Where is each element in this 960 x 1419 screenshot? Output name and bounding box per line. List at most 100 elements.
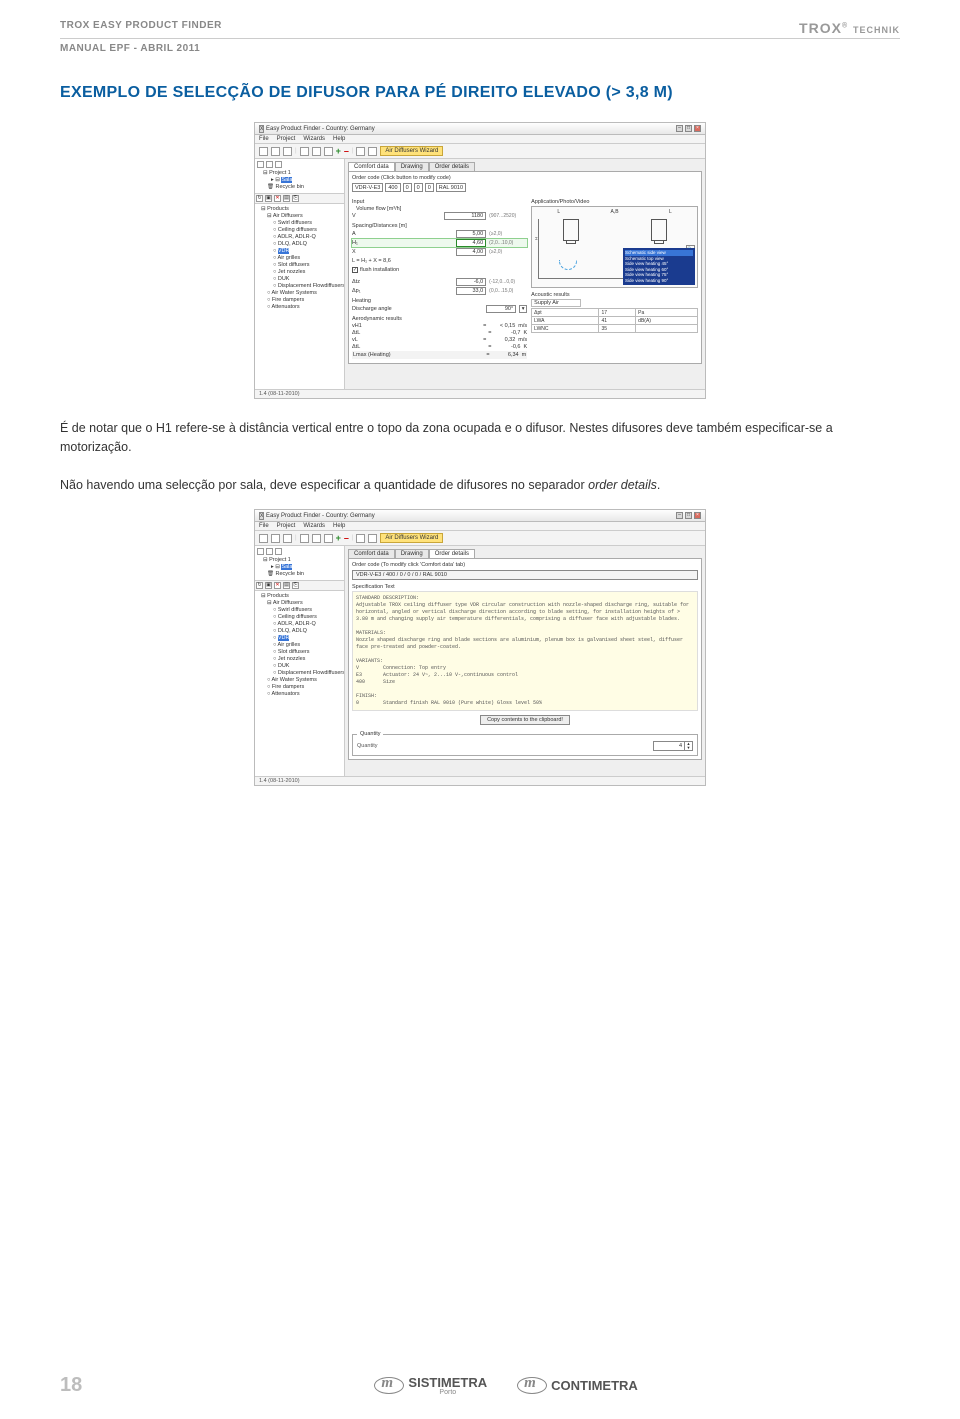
minimize-icon[interactable]: – xyxy=(676,125,683,132)
tab-comfort[interactable]: Comfort data xyxy=(348,162,395,171)
tb-icon[interactable] xyxy=(356,534,365,543)
plus-icon[interactable]: + xyxy=(336,148,341,155)
tb-icon[interactable] xyxy=(271,534,280,543)
maximize-icon[interactable]: □ xyxy=(685,125,692,132)
tb-icon[interactable] xyxy=(271,147,280,156)
wizard-button[interactable]: Air Diffusers Wizard xyxy=(380,146,443,156)
tb-icon[interactable] xyxy=(356,147,365,156)
menu-file[interactable]: File xyxy=(259,136,269,142)
menu-wizards[interactable]: Wizards xyxy=(303,523,325,529)
tb-icon[interactable] xyxy=(368,147,377,156)
order-part[interactable]: 0 xyxy=(414,183,423,192)
tree-item[interactable]: ⊟ Air Diffusers xyxy=(257,600,342,607)
order-part[interactable]: VDR-V-E3 xyxy=(352,183,383,192)
tree-item[interactable]: ○ DUK xyxy=(257,276,342,283)
tree-item[interactable]: ○ Slot diffusers xyxy=(257,262,342,269)
mini-icon[interactable]: ⎘ xyxy=(292,195,299,202)
tree-item[interactable]: ○ Displacement Flowdiffusers xyxy=(257,670,342,677)
tab-order[interactable]: Order details xyxy=(429,162,475,171)
tb-icon[interactable] xyxy=(312,147,321,156)
tree-item[interactable]: ○ Air grilles xyxy=(257,642,342,649)
spinner-down-icon[interactable]: ▼ xyxy=(685,746,692,750)
mini-close-icon[interactable]: ✕ xyxy=(274,582,281,589)
project-tree-item[interactable]: ⊟ Project 1 xyxy=(257,170,342,177)
menu-project[interactable]: Project xyxy=(277,136,296,142)
project-tree-item[interactable]: ⊟ Project 1 xyxy=(257,557,342,564)
tb-icon[interactable] xyxy=(368,534,377,543)
tree-tb-icon[interactable] xyxy=(266,548,273,555)
tree-item[interactable]: ○ DLQ, ADLQ xyxy=(257,241,342,248)
volume-flow-input[interactable]: 1180 xyxy=(444,212,486,220)
spec-text-area[interactable]: STANDARD DESCRIPTION: Adjustable TROX ce… xyxy=(352,591,698,711)
plus-icon[interactable]: + xyxy=(336,535,341,542)
maximize-icon[interactable]: □ xyxy=(685,512,692,519)
tree-item[interactable]: ⊟ Products xyxy=(257,206,342,213)
tree-item[interactable]: ○ Attenuators xyxy=(257,691,342,698)
tree-item[interactable]: ○ Swirl diffusers xyxy=(257,220,342,227)
tree-item[interactable]: ○ Air Water Systems xyxy=(257,290,342,297)
menu-help[interactable]: Help xyxy=(333,523,345,529)
project-tree-item[interactable]: 🗑 Recycle bin xyxy=(257,184,342,191)
mini-close-icon[interactable]: ✕ xyxy=(274,195,281,202)
tab-drawing[interactable]: Drawing xyxy=(395,162,429,171)
tree-item[interactable]: ○ Swirl diffusers xyxy=(257,607,342,614)
tab-order[interactable]: Order details xyxy=(429,549,475,558)
tree-item[interactable]: ○ DUK xyxy=(257,663,342,670)
field-input[interactable]: 5,00 xyxy=(456,230,486,238)
mini-icon[interactable]: ↻ xyxy=(256,195,263,202)
tb-icon[interactable] xyxy=(259,147,268,156)
tree-tb-icon[interactable] xyxy=(257,161,264,168)
copy-clipboard-button[interactable]: Copy contents to the clipboard! xyxy=(480,715,570,725)
tb-icon[interactable] xyxy=(324,534,333,543)
tree-tb-icon[interactable] xyxy=(266,161,273,168)
wizard-button[interactable]: Air Diffusers Wizard xyxy=(380,533,443,543)
order-part[interactable]: 400 xyxy=(385,183,400,192)
tb-icon[interactable] xyxy=(324,147,333,156)
tree-item[interactable]: ○ Attenuators xyxy=(257,304,342,311)
tree-item[interactable]: ○ Fire dampers xyxy=(257,297,342,304)
tree-item[interactable]: ○ Slot diffusers xyxy=(257,649,342,656)
tb-icon[interactable] xyxy=(283,147,292,156)
project-tree-item[interactable]: 🗑 Recycle bin xyxy=(257,571,342,578)
h1-input[interactable]: 4,60 xyxy=(456,239,486,247)
mini-icon[interactable]: ▣ xyxy=(265,195,272,202)
minimize-icon[interactable]: – xyxy=(676,512,683,519)
tree-tb-icon[interactable] xyxy=(275,548,282,555)
tree-item[interactable]: ○ VDR xyxy=(257,635,342,642)
tb-icon[interactable] xyxy=(300,147,309,156)
field-input[interactable]: 4,00 xyxy=(456,248,486,256)
field-input[interactable]: 33,0 xyxy=(456,287,486,295)
tree-item[interactable]: ○ Air Water Systems xyxy=(257,677,342,684)
tree-item[interactable]: ○ Air grilles xyxy=(257,255,342,262)
mini-icon[interactable]: ▣ xyxy=(265,582,272,589)
tb-icon[interactable] xyxy=(259,534,268,543)
popup-item[interactable]: Side view heating 90° xyxy=(625,278,693,284)
tab-comfort[interactable]: Comfort data xyxy=(348,549,395,558)
close-icon[interactable]: × xyxy=(694,512,701,519)
close-icon[interactable]: × xyxy=(694,125,701,132)
tree-tb-icon[interactable] xyxy=(257,548,264,555)
qty-spinner[interactable]: 4 ▲▼ xyxy=(653,741,693,751)
menu-project[interactable]: Project xyxy=(277,523,296,529)
mini-icon[interactable]: ▤ xyxy=(283,582,290,589)
order-part[interactable]: 0 xyxy=(403,183,412,192)
tab-drawing[interactable]: Drawing xyxy=(395,549,429,558)
tb-icon[interactable] xyxy=(283,534,292,543)
tree-item[interactable]: ⊟ Products xyxy=(257,593,342,600)
tree-item[interactable]: ○ ADLR, ADLR-Q xyxy=(257,621,342,628)
minus-icon[interactable]: – xyxy=(344,535,349,542)
dropdown-icon[interactable]: ▾ xyxy=(519,305,527,313)
tree-item[interactable]: ○ Jet nozzles xyxy=(257,269,342,276)
field-input[interactable]: -6,0 xyxy=(456,278,486,286)
tree-item[interactable]: ⊟ Air Diffusers xyxy=(257,213,342,220)
tree-item[interactable]: ○ ADLR, ADLR-Q xyxy=(257,234,342,241)
menu-file[interactable]: File xyxy=(259,523,269,529)
flush-checkbox[interactable]: flush installation xyxy=(352,267,527,273)
menu-wizards[interactable]: Wizards xyxy=(303,136,325,142)
order-part[interactable]: 0 xyxy=(425,183,434,192)
tree-item[interactable]: ○ VDR xyxy=(257,248,342,255)
tb-icon[interactable] xyxy=(300,534,309,543)
tree-item[interactable]: ○ Fire dampers xyxy=(257,684,342,691)
project-tree-item[interactable]: ▸ ⊟ Sala xyxy=(257,177,342,184)
tree-item[interactable]: ○ Displacement Flowdiffusers xyxy=(257,283,342,290)
